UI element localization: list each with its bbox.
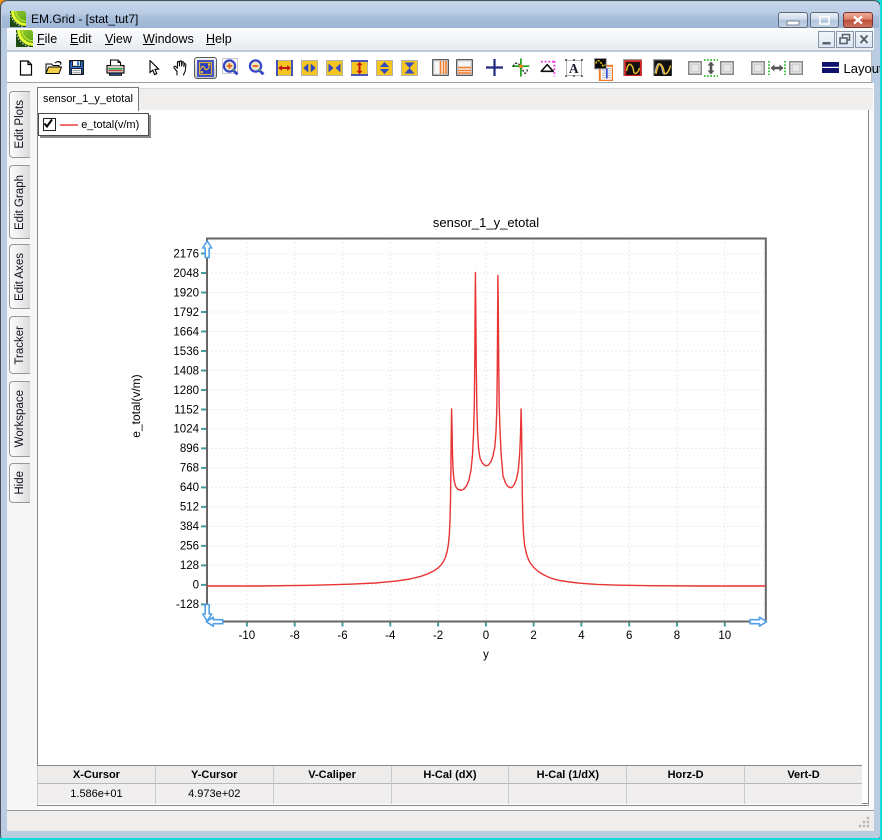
svg-text:128: 128 bbox=[180, 560, 199, 572]
svg-text:2048: 2048 bbox=[173, 268, 199, 280]
svg-text:-8: -8 bbox=[290, 630, 300, 642]
svg-text:512: 512 bbox=[180, 502, 199, 514]
svg-text:1920: 1920 bbox=[173, 287, 199, 299]
svg-text:-2: -2 bbox=[433, 630, 443, 642]
svg-text:0: 0 bbox=[483, 630, 489, 642]
svg-text:e_total(v/m): e_total(v/m) bbox=[129, 374, 143, 437]
svg-text:1280: 1280 bbox=[173, 385, 199, 397]
svg-text:2176: 2176 bbox=[173, 248, 199, 260]
svg-text:1792: 1792 bbox=[173, 307, 199, 319]
svg-text:-10: -10 bbox=[239, 630, 256, 642]
svg-text:-6: -6 bbox=[337, 630, 347, 642]
svg-text:1024: 1024 bbox=[173, 424, 199, 436]
svg-text:1664: 1664 bbox=[173, 326, 199, 338]
svg-text:384: 384 bbox=[180, 521, 200, 533]
svg-text:4: 4 bbox=[578, 630, 585, 642]
svg-text:6: 6 bbox=[626, 630, 632, 642]
svg-text:256: 256 bbox=[180, 541, 199, 553]
svg-text:1536: 1536 bbox=[173, 346, 199, 358]
svg-text:8: 8 bbox=[674, 630, 680, 642]
svg-text:0: 0 bbox=[193, 580, 199, 592]
svg-text:sensor_1_y_etotal: sensor_1_y_etotal bbox=[433, 215, 539, 230]
svg-text:10: 10 bbox=[718, 630, 731, 642]
svg-text:2: 2 bbox=[530, 630, 536, 642]
svg-text:y: y bbox=[483, 649, 489, 661]
svg-text:640: 640 bbox=[180, 482, 199, 494]
svg-text:-128: -128 bbox=[176, 599, 199, 611]
svg-text:1408: 1408 bbox=[173, 365, 199, 377]
svg-text:-4: -4 bbox=[385, 630, 396, 642]
svg-text:896: 896 bbox=[180, 443, 199, 455]
svg-text:768: 768 bbox=[180, 463, 199, 475]
svg-text:1152: 1152 bbox=[174, 404, 199, 416]
